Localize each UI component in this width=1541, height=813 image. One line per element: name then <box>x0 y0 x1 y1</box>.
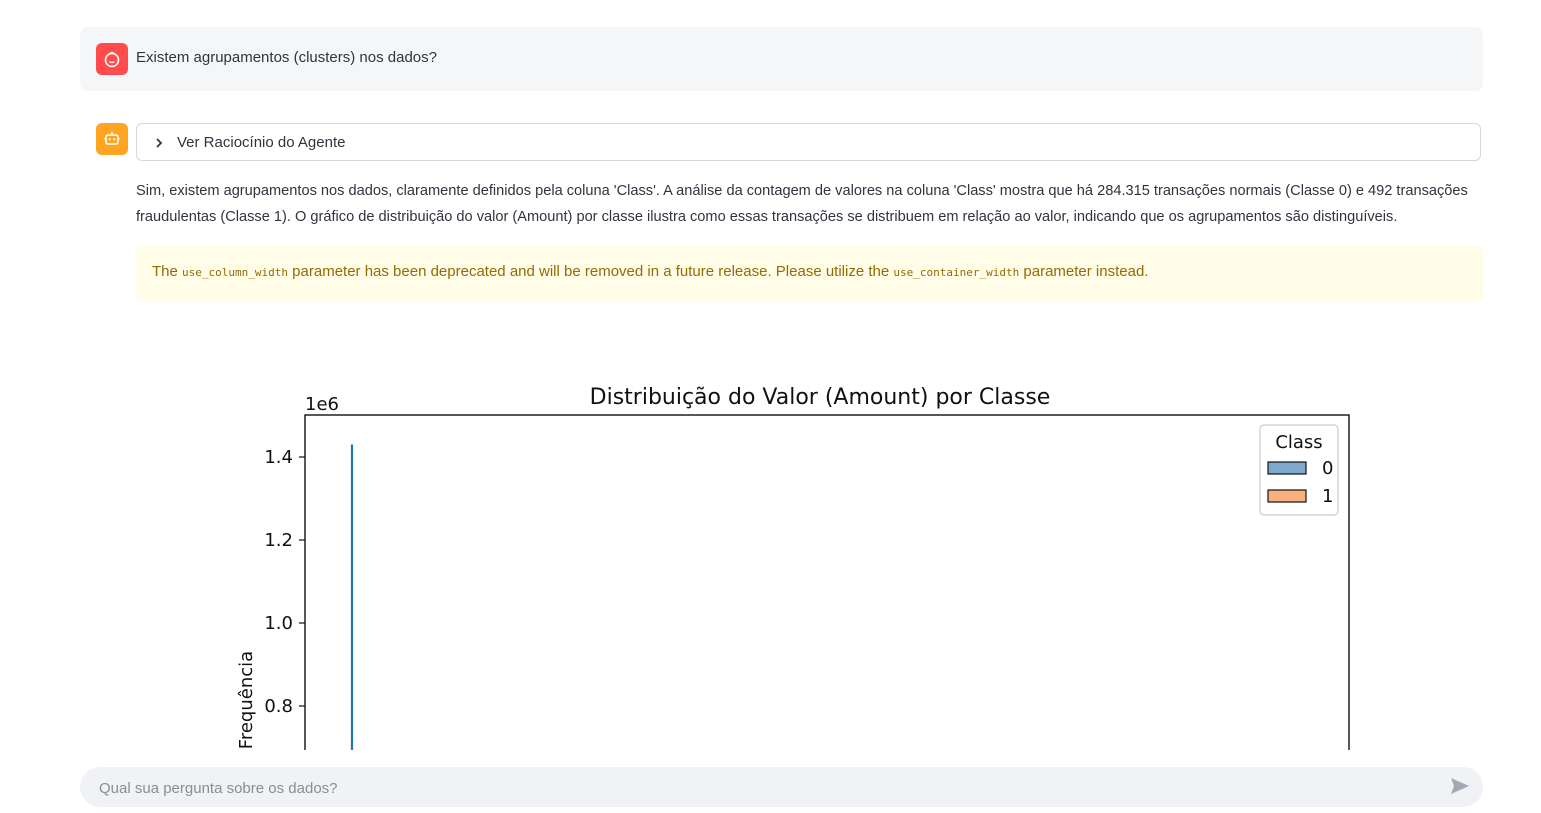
legend-title: Class <box>1275 432 1322 453</box>
chevron-right-icon <box>153 136 165 154</box>
legend-swatch-1 <box>1267 489 1307 503</box>
chart-image: Distribuição do Valor (Amount) por Class… <box>200 370 1400 750</box>
user-message: Existem agrupamentos (clusters) nos dado… <box>80 27 1483 91</box>
warning-suffix: parameter instead. <box>1023 263 1149 280</box>
chart-legend: Class 0 1 <box>1259 424 1339 516</box>
y-offset-label: 1e6 <box>305 394 339 415</box>
chart-title: Distribuição do Valor (Amount) por Class… <box>590 385 1051 410</box>
expander-label: Ver Raciocínio do Agente <box>177 134 346 151</box>
y-tick-label: 1.0 <box>264 613 293 634</box>
y-tick-label: 1.4 <box>264 447 293 468</box>
y-tick-label: 1.2 <box>264 530 293 551</box>
warning-prefix: The <box>152 263 178 280</box>
send-icon[interactable] <box>1450 777 1470 800</box>
y-axis-ticks: 0.8 1.0 1.2 1.4 <box>264 447 305 717</box>
legend-label-1: 1 <box>1322 486 1333 507</box>
chat-input-bar <box>80 767 1483 809</box>
deprecation-warning: The use_column_width parameter has been … <box>136 246 1483 301</box>
reasoning-expander[interactable]: Ver Raciocínio do Agente <box>136 123 1481 161</box>
user-message-text: Existem agrupamentos (clusters) nos dado… <box>136 49 437 66</box>
warning-code-column-width: use_column_width <box>182 266 288 279</box>
legend-swatch-0 <box>1267 461 1307 475</box>
distribution-chart: Distribuição do Valor (Amount) por Class… <box>236 385 1350 750</box>
y-tick-label: 0.8 <box>264 696 293 717</box>
y-axis-label: Frequência <box>236 651 257 749</box>
warning-middle: parameter has been deprecated and will b… <box>292 263 890 280</box>
user-avatar-icon <box>96 43 128 75</box>
robot-icon <box>96 123 128 155</box>
assistant-answer-text: Sim, existem agrupamentos nos dados, cla… <box>136 183 1468 225</box>
plot-frame <box>304 414 1350 750</box>
warning-code-container-width: use_container_width <box>893 266 1020 279</box>
legend-label-0: 0 <box>1322 458 1333 479</box>
chat-input[interactable] <box>97 767 1431 809</box>
